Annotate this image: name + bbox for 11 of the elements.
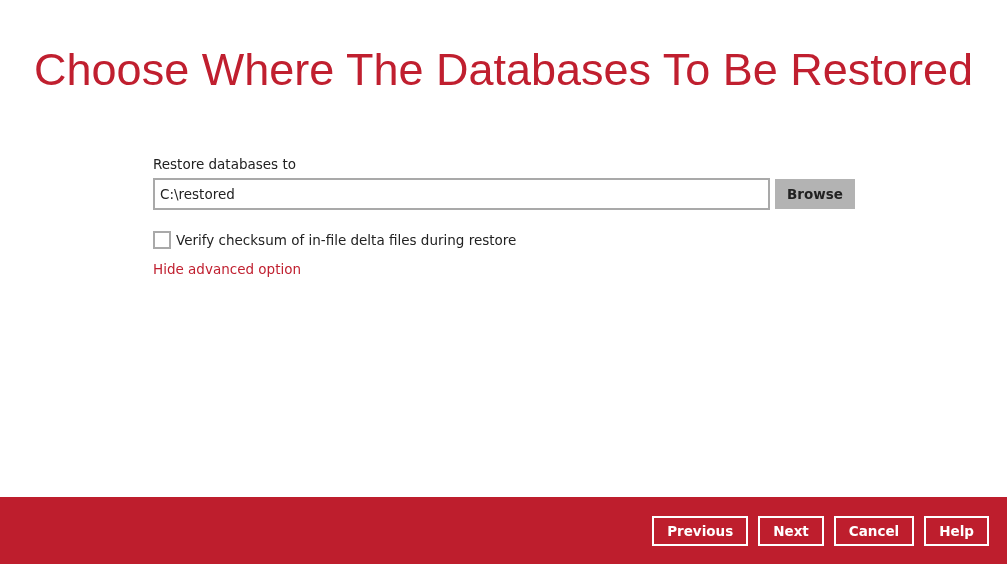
footer-button[interactable]: Cancel [833,515,915,546]
page-title: Choose Where The Databases To Be Restored [33,43,974,97]
checkbox[interactable] [153,231,171,249]
path-field[interactable]: C:\restored [153,178,770,210]
checkbox-label: Verify checksum of in-file delta files during restore [176,232,517,248]
advanced-option-link[interactable]: Hide advanced option [153,261,301,277]
browse-button[interactable]: Browse [775,179,855,209]
footer-button[interactable]: Help [924,515,989,546]
footer-button[interactable]: Next [758,515,824,546]
field-label: Restore databases to [153,156,296,172]
footer-button[interactable]: Previous [652,515,749,546]
